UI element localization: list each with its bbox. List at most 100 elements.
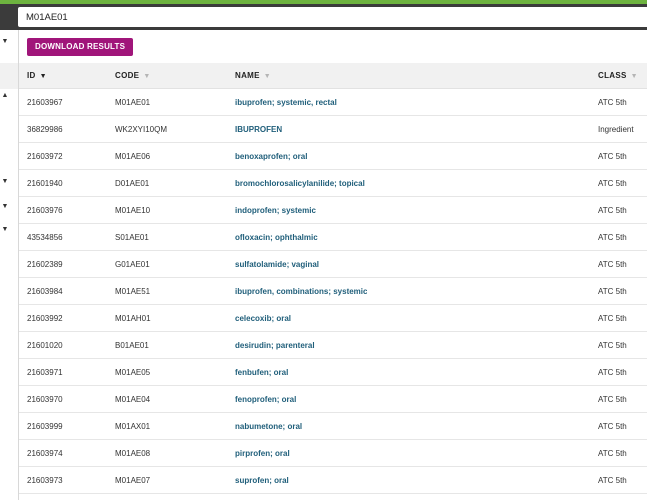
table-row[interactable]: 36829986 WK2XYI10QM IBUPROFEN Ingredient <box>19 116 647 143</box>
table-row[interactable]: 21603971 M01AE05 fenbufen; oral ATC 5th <box>19 359 647 386</box>
cell-code: M01AE04 <box>115 395 151 404</box>
table-row[interactable]: 21602389 G01AE01 sulfatolamide; vaginal … <box>19 251 647 278</box>
results-toolbar: DOWNLOAD RESULTS <box>19 30 647 63</box>
cell-code: M01AX01 <box>115 422 151 431</box>
chevron-down-icon[interactable]: ▼ <box>0 177 10 187</box>
table-row[interactable]: 21603976 M01AE10 indoprofen; systemic AT… <box>19 197 647 224</box>
filter-header-band <box>0 63 18 89</box>
table-row[interactable]: 21603973 M01AE07 suprofen; oral ATC 5th <box>19 467 647 494</box>
cell-code: M01AE07 <box>115 476 151 485</box>
concept-link[interactable]: ibuprofen; systemic, rectal <box>235 89 337 116</box>
table-row[interactable]: 21601020 B01AE01 desirudin; parenteral A… <box>19 332 647 359</box>
table-header: ID ▼ CODE ▼ NAME ▼ CLASS ▼ <box>19 63 647 89</box>
column-header-code[interactable]: CODE ▼ <box>115 63 151 89</box>
cell-class: ATC 5th <box>598 422 627 431</box>
cell-id: 21603999 <box>27 422 63 431</box>
cell-id: 36829986 <box>27 125 63 134</box>
sort-desc-icon[interactable]: ▼ <box>40 73 47 80</box>
chevron-down-icon[interactable]: ▼ <box>0 202 10 212</box>
concept-link[interactable]: fenbufen; oral <box>235 359 288 386</box>
cell-class: ATC 5th <box>598 314 627 323</box>
cell-class: ATC 5th <box>598 341 627 350</box>
cell-code: M01AE08 <box>115 449 151 458</box>
concept-link[interactable]: celecoxib; oral <box>235 305 291 332</box>
cell-class: ATC 5th <box>598 206 627 215</box>
cell-code: M01AH01 <box>115 314 151 323</box>
cell-class: ATC 5th <box>598 152 627 161</box>
cell-class: ATC 5th <box>598 287 627 296</box>
search-bar <box>0 4 647 30</box>
sort-icon[interactable]: ▼ <box>631 73 638 80</box>
cell-id: 21603973 <box>27 476 63 485</box>
cell-id: 21603972 <box>27 152 63 161</box>
table-row[interactable]: 21603999 M01AX01 nabumetone; oral ATC 5t… <box>19 413 647 440</box>
chevron-down-icon[interactable]: ▼ <box>0 37 10 47</box>
concept-link[interactable]: sulfatolamide; vaginal <box>235 251 319 278</box>
cell-class: ATC 5th <box>598 395 627 404</box>
cell-code: M01AE51 <box>115 287 151 296</box>
cell-class: ATC 5th <box>598 260 627 269</box>
cell-id: 21603974 <box>27 449 63 458</box>
table-row[interactable]: 43534856 S01AE01 ofloxacin; ophthalmic A… <box>19 224 647 251</box>
download-results-button[interactable]: DOWNLOAD RESULTS <box>27 38 134 56</box>
cell-id: 43534856 <box>27 233 63 242</box>
cell-id: 21603976 <box>27 206 63 215</box>
table-row[interactable]: 21603972 M01AE06 benoxaprofen; oral ATC … <box>19 143 647 170</box>
cell-code: G01AE01 <box>115 260 150 269</box>
cell-code: WK2XYI10QM <box>115 125 168 134</box>
column-header-class[interactable]: CLASS ▼ <box>598 63 638 89</box>
concept-link[interactable]: nabumetone; oral <box>235 413 302 440</box>
cell-id: 21603992 <box>27 314 63 323</box>
cell-code: D01AE01 <box>115 179 150 188</box>
concept-link[interactable]: IBUPROFEN <box>235 116 282 143</box>
cell-class: ATC 5th <box>598 98 627 107</box>
cell-id: 21603971 <box>27 368 63 377</box>
concept-link[interactable]: indoprofen; systemic <box>235 197 316 224</box>
column-header-label: CLASS <box>598 71 627 80</box>
table-row[interactable]: 21603970 M01AE04 fenoprofen; oral ATC 5t… <box>19 386 647 413</box>
concept-link[interactable]: benoxaprofen; oral <box>235 143 307 170</box>
chevron-down-icon[interactable]: ▼ <box>0 225 10 235</box>
column-header-label: CODE <box>115 71 140 80</box>
table-row[interactable]: 21603992 M01AH01 celecoxib; oral ATC 5th <box>19 305 647 332</box>
cell-class: ATC 5th <box>598 368 627 377</box>
cell-id: 21602389 <box>27 260 63 269</box>
cell-id: 21603984 <box>27 287 63 296</box>
search-input[interactable] <box>18 7 647 27</box>
cell-id: 21603967 <box>27 98 63 107</box>
cell-code: M01AE05 <box>115 368 151 377</box>
column-header-id[interactable]: ID ▼ <box>27 63 47 89</box>
table-row[interactable]: 21603967 M01AE01 ibuprofen; systemic, re… <box>19 89 647 116</box>
cell-code: M01AE10 <box>115 206 151 215</box>
cell-code: S01AE01 <box>115 233 149 242</box>
cell-id: 21601940 <box>27 179 63 188</box>
results-table: ID ▼ CODE ▼ NAME ▼ CLASS ▼ 21603967 M01AE01 … <box>19 63 647 494</box>
concept-link[interactable]: bromochlorosalicylanilide; topical <box>235 170 365 197</box>
concept-link[interactable]: fenoprofen; oral <box>235 386 296 413</box>
cell-class: ATC 5th <box>598 179 627 188</box>
table-row[interactable]: 21603974 M01AE08 pirprofen; oral ATC 5th <box>19 440 647 467</box>
concept-link[interactable]: ofloxacin; ophthalmic <box>235 224 318 251</box>
left-filter-panel: ▼ ▲ ▼ ▼ ▼ <box>0 30 19 500</box>
cell-code: M01AE06 <box>115 152 151 161</box>
concept-link[interactable]: pirprofen; oral <box>235 440 290 467</box>
column-header-name[interactable]: NAME ▼ <box>235 63 271 89</box>
table-row[interactable]: 21601940 D01AE01 bromochlorosalicylanili… <box>19 170 647 197</box>
cell-class: Ingredient <box>598 125 634 134</box>
cell-class: ATC 5th <box>598 233 627 242</box>
cell-code: M01AE01 <box>115 98 151 107</box>
cell-class: ATC 5th <box>598 476 627 485</box>
concept-link[interactable]: ibuprofen, combinations; systemic <box>235 278 367 305</box>
cell-id: 21601020 <box>27 341 63 350</box>
concept-link[interactable]: desirudin; parenteral <box>235 332 315 359</box>
sort-icon[interactable]: ▼ <box>143 73 150 80</box>
column-header-label: ID <box>27 71 36 80</box>
concept-link[interactable]: suprofen; oral <box>235 467 289 494</box>
cell-class: ATC 5th <box>598 449 627 458</box>
sort-icon[interactable]: ▼ <box>264 73 271 80</box>
table-row[interactable]: 21603984 M01AE51 ibuprofen, combinations… <box>19 278 647 305</box>
chevron-up-icon[interactable]: ▲ <box>0 91 10 101</box>
cell-id: 21603970 <box>27 395 63 404</box>
column-header-label: NAME <box>235 71 260 80</box>
cell-code: B01AE01 <box>115 341 149 350</box>
